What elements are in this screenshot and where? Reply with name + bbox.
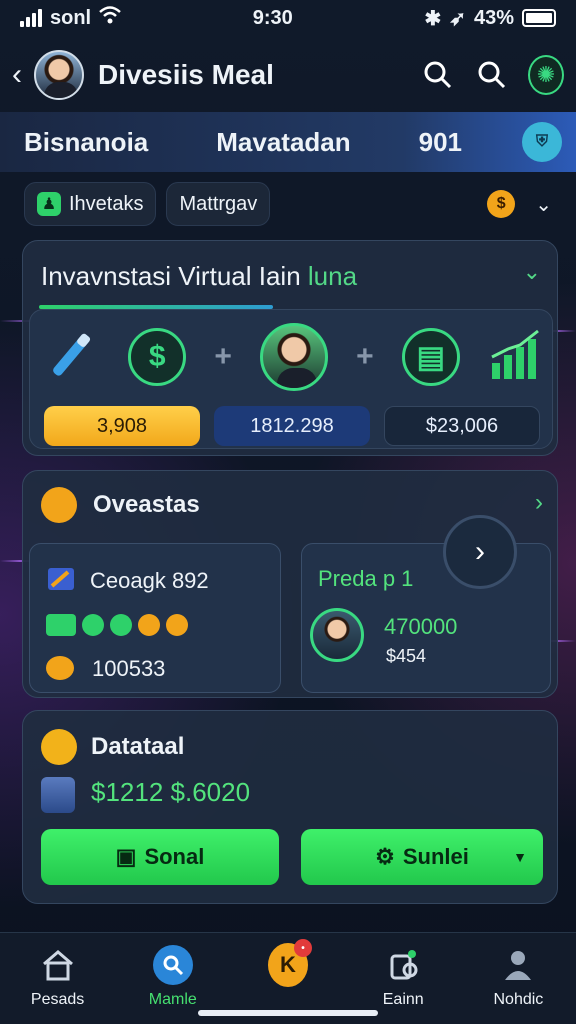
chevron-down-icon: ▼	[513, 849, 527, 865]
invest-card-title: Invavnstasi Virtual Iain luna	[41, 261, 357, 292]
battery-label: 43%	[473, 6, 514, 29]
nav-label: Nohdic	[493, 991, 544, 1008]
filter-chips: ♟ Ihvetaks Mattrgav $ ⌄	[24, 182, 552, 226]
value-pill[interactable]: 1812.298	[214, 406, 370, 446]
chip-label: Mattrgav	[179, 192, 258, 215]
runner-icon: ♟	[37, 192, 61, 216]
bluetooth-icon: ✱	[424, 7, 442, 30]
tab-bar: Bisnanoia Mavatadan 901 ⛨	[0, 112, 576, 172]
shield-icon[interactable]: ⛨	[522, 122, 562, 162]
overview-card: Oveastas › Ceoagk 892 100533 Preda p 1 4…	[22, 470, 558, 698]
value-pill[interactable]: 3,908	[44, 406, 200, 446]
overview-left-title: Ceoagk 892	[90, 568, 209, 593]
coins-icon	[46, 656, 80, 686]
status-bar: sonl 9:30 ✱ ➶ 43%	[0, 0, 576, 36]
nav-label: Mamle	[148, 991, 197, 1008]
nav-label: Eainn	[382, 991, 424, 1008]
chip-label: Ihvetaks	[69, 192, 144, 215]
chip-ihvetaks[interactable]: ♟ Ihvetaks	[24, 182, 157, 226]
invest-panel: $ + + ▤ 3,908 1812.298 $23,006	[29, 309, 553, 449]
wifi-icon	[99, 6, 121, 30]
app-header: ‹ Divesiis Meal ✺	[0, 40, 576, 110]
battery-icon	[522, 9, 556, 27]
overview-right-value: 470000	[384, 614, 458, 639]
overview-left-value: 100533	[92, 656, 166, 681]
pen-icon[interactable]	[40, 325, 100, 390]
sunlei-button-label: Sunlei	[402, 844, 469, 869]
invest-title-accent: luna	[307, 261, 358, 291]
data-card: Datataal $1212 $.6020 ▣ Sonal ⚙ Sunlei ▼	[22, 710, 558, 904]
tag-icon	[46, 566, 76, 598]
notification-badge: •	[294, 939, 312, 957]
person-icon	[498, 945, 538, 985]
tab-bisnanoia[interactable]: Bisnanoia	[24, 127, 148, 158]
chip-mattrgav[interactable]: Mattrgav	[166, 182, 271, 226]
building-icon	[41, 777, 75, 813]
coin-icon: K •	[268, 939, 312, 987]
home-icon	[38, 945, 78, 985]
overview-left-panel[interactable]: Ceoagk 892 100533	[29, 543, 281, 693]
smile-icon	[41, 729, 77, 765]
bottom-nav: Pesads Mamle K • Eainn Nohdic	[0, 932, 576, 1024]
settings-icon[interactable]: ✺	[528, 55, 564, 95]
cup-icon	[383, 945, 423, 985]
page-title: Divesiis Meal	[98, 59, 274, 90]
home-indicator[interactable]	[198, 1010, 378, 1016]
badge-icons-row	[46, 614, 194, 642]
gear-icon: ⚙	[375, 844, 395, 869]
back-icon[interactable]: ‹	[12, 58, 34, 92]
value-pill[interactable]: $23,006	[384, 406, 540, 446]
chevron-down-icon[interactable]: ⌄	[535, 192, 552, 217]
document-icon[interactable]: ▤	[401, 328, 460, 386]
plus-icon: +	[214, 340, 232, 373]
location-icon: ➶	[449, 7, 466, 30]
signal-icon	[20, 9, 42, 27]
avatar[interactable]	[34, 50, 84, 100]
sunlei-button[interactable]: ⚙ Sunlei ▼	[301, 829, 543, 885]
avatar[interactable]	[310, 608, 364, 662]
invest-card: Invavnstasi Virtual Iain luna ⌄ $ + + ▤ …	[22, 240, 558, 456]
carrier-label: sonl	[50, 6, 92, 29]
nav-item-pesads[interactable]: Pesads	[0, 933, 115, 1024]
search-icon[interactable]	[420, 57, 456, 93]
dollar-icon[interactable]: $	[128, 328, 187, 386]
wallet-icon: ▣	[115, 844, 137, 869]
growth-chart-icon[interactable]	[488, 327, 544, 388]
data-amount: $1212 $.6020	[91, 777, 251, 807]
sonal-button-label: Sonal	[144, 844, 205, 869]
data-title: Datataal	[91, 733, 185, 760]
overview-title: Oveastas	[93, 491, 200, 518]
sonal-button[interactable]: ▣ Sonal	[41, 829, 279, 885]
overview-right-sub: $454	[386, 646, 427, 666]
coin-icon[interactable]: $	[487, 190, 516, 218]
tab-901[interactable]: 901	[419, 127, 462, 158]
overview-right-title: Preda p 1	[318, 566, 414, 591]
play-button[interactable]: ›	[443, 515, 517, 589]
invest-title-text: Invavnstasi Virtual Iain	[41, 261, 301, 291]
nav-item-nohdic[interactable]: Nohdic	[461, 933, 576, 1024]
chevron-down-icon[interactable]: ⌄	[523, 259, 541, 285]
search-icon	[152, 945, 193, 985]
orange-fruit-icon	[41, 487, 77, 523]
chevron-right-icon[interactable]: ›	[535, 489, 543, 517]
clock: 9:30	[252, 6, 293, 29]
nav-label: Pesads	[30, 991, 85, 1008]
plus-icon: +	[356, 340, 374, 373]
avatar[interactable]	[260, 323, 328, 391]
tab-mavatadan[interactable]: Mavatadan	[216, 127, 350, 158]
search-icon[interactable]	[474, 57, 510, 93]
